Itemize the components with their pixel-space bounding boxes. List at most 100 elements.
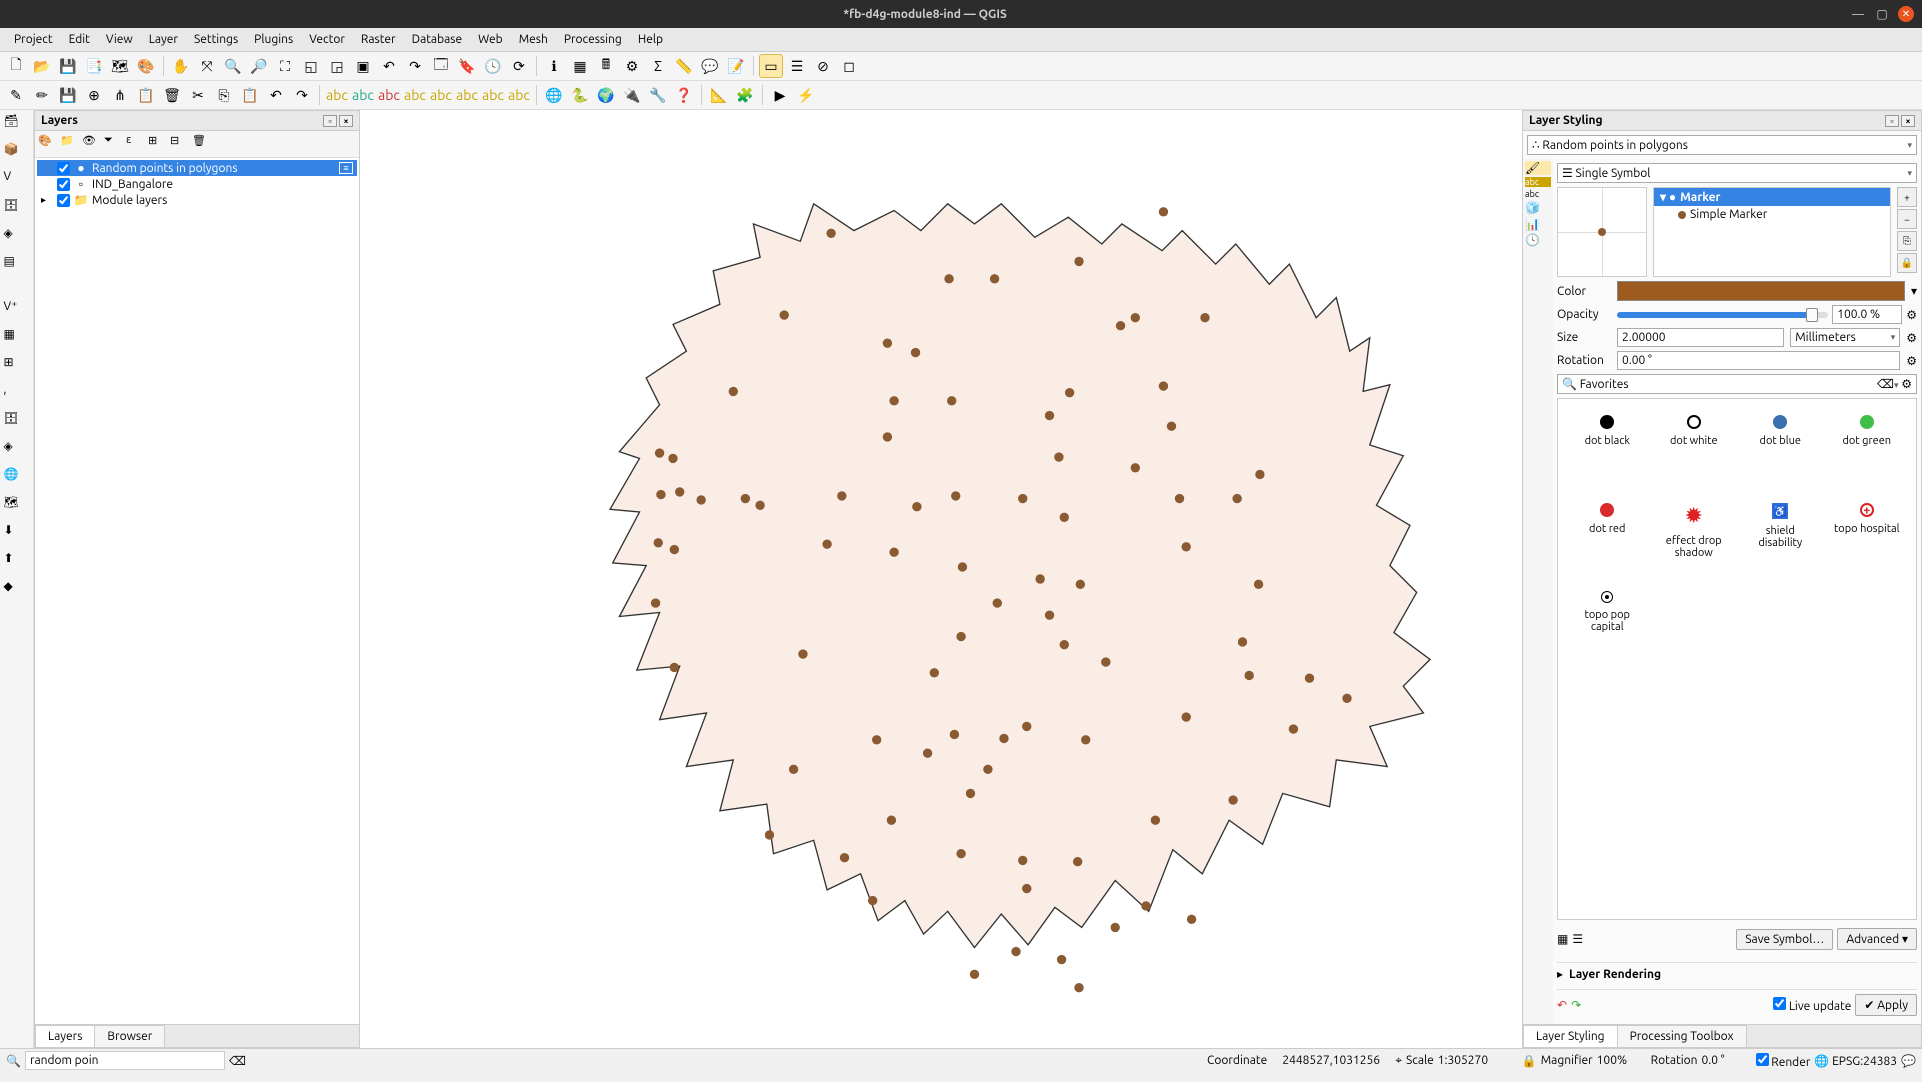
symbology-tab-icon[interactable]: 🖌 (1525, 161, 1551, 175)
add-arcgis-icon[interactable]: ◆ (4, 579, 30, 605)
panel-undock-icon[interactable]: ▫ (1885, 115, 1899, 127)
open-project-icon[interactable]: 📂 (30, 54, 54, 78)
maximize-button[interactable]: ▢ (1874, 6, 1890, 22)
zoom-selection-icon[interactable]: ◱ (299, 54, 323, 78)
remove-symbol-layer-icon[interactable]: − (1897, 209, 1917, 229)
symbol-gallery-filter[interactable]: 🔍 Favorites ⌫▾ ⚙ (1557, 374, 1917, 394)
save-edits-icon[interactable]: 💾 (56, 83, 80, 107)
history-tab-icon[interactable]: 🕓 (1525, 233, 1551, 247)
advanced-button[interactable]: Advanced ▾ (1837, 928, 1917, 950)
size-unit-select[interactable]: Millimeters▾ (1790, 328, 1900, 347)
tab-layers[interactable]: Layers (35, 1025, 95, 1047)
diagrams-tab-icon[interactable]: 📊 (1525, 217, 1551, 231)
select-by-value-icon[interactable]: ☰ (785, 54, 809, 78)
layer-row[interactable]: ▫IND_Bangalore (37, 176, 357, 192)
select-all-icon[interactable]: ◻ (837, 54, 861, 78)
style-manager-open-icon[interactable]: ⚙ (1901, 378, 1912, 391)
new-shapefile-icon[interactable]: V (4, 170, 30, 196)
new-bookmark-icon[interactable]: 🔖 (455, 54, 479, 78)
copy-icon[interactable]: ⎘ (212, 83, 236, 107)
paste-icon[interactable]: 📋 (238, 83, 262, 107)
magnifier-field[interactable]: 100% (1597, 1054, 1647, 1067)
data-defined-icon[interactable]: ⚙ (1906, 331, 1917, 345)
duplicate-symbol-layer-icon[interactable]: ⎘ (1897, 231, 1917, 251)
vertex-tool-icon[interactable]: ⋔ (108, 83, 132, 107)
apply-button[interactable]: ✔ Apply (1855, 994, 1917, 1016)
field-calc-icon[interactable]: 🖩 (594, 54, 618, 78)
menu-web[interactable]: Web (470, 30, 511, 49)
identify-icon[interactable]: ℹ (542, 54, 566, 78)
tab-layer-styling[interactable]: Layer Styling (1523, 1025, 1618, 1047)
menu-settings[interactable]: Settings (186, 30, 246, 49)
crs-button[interactable]: 🌐 EPSG:24383 (1814, 1054, 1897, 1068)
label-tool-3-icon[interactable]: abc (481, 83, 505, 107)
quickosm-config-icon[interactable]: ⚡ (794, 83, 818, 107)
expand-icon[interactable]: ▸ (1557, 967, 1563, 981)
layer-row[interactable]: ●Random points in polygons≡ (37, 160, 357, 176)
favorite-symbol[interactable]: +topo hospital (1828, 497, 1907, 577)
add-xyz-icon[interactable]: 🗺 (4, 495, 30, 521)
new-spatialite-icon[interactable]: 🗄 (4, 198, 30, 224)
label-off-icon[interactable]: abc (377, 83, 401, 107)
new-virtual-icon[interactable]: ◈ (4, 226, 30, 252)
add-virtual-icon[interactable]: ◈ (4, 439, 30, 465)
add-wms-icon[interactable]: 🌐 (4, 467, 30, 493)
labels-tab-icon[interactable]: abc (1525, 177, 1551, 187)
zoom-out-icon[interactable]: 🔎 (247, 54, 271, 78)
menu-project[interactable]: Project (6, 30, 61, 49)
add-wfs-icon[interactable]: ⬆ (4, 551, 30, 577)
statistics-icon[interactable]: Σ (646, 54, 670, 78)
plugins-2-icon[interactable]: 🔧 (646, 83, 670, 107)
view-icons-icon[interactable]: ▦ (1557, 932, 1568, 946)
add-symbol-layer-icon[interactable]: + (1897, 187, 1917, 207)
map-canvas[interactable] (360, 110, 1522, 1048)
metasearch-icon[interactable]: 🌐 (542, 83, 566, 107)
styling-layer-select[interactable]: ∴ Random points in polygons ▾ (1527, 135, 1917, 155)
help-icon[interactable]: ❓ (672, 83, 696, 107)
close-button[interactable]: ✕ (1898, 6, 1914, 22)
add-mesh-icon[interactable]: ⊞ (4, 355, 30, 381)
clear-filter-icon[interactable]: ⌫ (1877, 378, 1894, 391)
refresh-icon[interactable]: ⟳ (507, 54, 531, 78)
pan-to-selection-icon[interactable]: ⤧ (195, 54, 219, 78)
add-spatialite-icon[interactable]: 🗄 (4, 411, 30, 437)
save-symbol-button[interactable]: Save Symbol… (1736, 929, 1833, 950)
measure-icon[interactable]: 📏 (672, 54, 696, 78)
symbol-marker-row[interactable]: ▾ ● Marker (1654, 188, 1890, 206)
add-group-icon[interactable]: 📁 (60, 134, 80, 154)
add-feature-icon[interactable]: ⊕ (82, 83, 106, 107)
delete-selected-icon[interactable]: 🗑 (160, 83, 184, 107)
size-spinner[interactable] (1617, 328, 1784, 347)
layer-style-icon[interactable]: 🎨 (38, 134, 58, 154)
temporal-icon[interactable]: 🕓 (481, 54, 505, 78)
osm-icon[interactable]: 🌍 (594, 83, 618, 107)
menu-edit[interactable]: Edit (61, 30, 98, 49)
menu-help[interactable]: Help (630, 30, 671, 49)
filter-expr-icon[interactable]: ε (126, 134, 146, 154)
deselect-icon[interactable]: ⊘ (811, 54, 835, 78)
opacity-slider[interactable] (1617, 312, 1828, 318)
new-memory-icon[interactable]: ▤ (4, 254, 30, 280)
open-datasource-icon[interactable]: 🗃 (4, 114, 30, 140)
symbol-simple-marker-row[interactable]: Simple Marker (1654, 206, 1890, 223)
zoom-next-icon[interactable]: ↷ (403, 54, 427, 78)
favorite-symbol[interactable]: dot green (1828, 409, 1907, 489)
save-as-icon[interactable]: 📑 (82, 54, 106, 78)
diagram-icon[interactable]: abc (403, 83, 427, 107)
symbol-layer-tree[interactable]: ▾ ● Marker Simple Marker (1653, 187, 1891, 277)
expand-all-icon[interactable]: ⊞ (148, 134, 168, 154)
python-icon[interactable]: 🐍 (568, 83, 592, 107)
menu-vector[interactable]: Vector (301, 30, 353, 49)
3d-tab-icon[interactable]: 🧊 (1525, 201, 1551, 215)
edit-pencil-icon[interactable]: ✎ (4, 83, 28, 107)
tab-processing-toolbox[interactable]: Processing Toolbox (1617, 1025, 1747, 1047)
masks-tab-icon[interactable]: abc (1525, 189, 1551, 199)
quickosm-run-icon[interactable]: ▶ (768, 83, 792, 107)
render-checkbox[interactable]: Render (1756, 1053, 1811, 1069)
rotation-spinner[interactable] (1617, 351, 1900, 370)
georeferencer-icon[interactable]: 📐 (707, 83, 731, 107)
new-geopackage-icon[interactable]: 📦 (4, 142, 30, 168)
layer-row[interactable]: ▸📁Module layers (37, 192, 357, 208)
rotation-field[interactable]: 0.0 ° (1702, 1054, 1752, 1067)
undo-icon[interactable]: ↶ (264, 83, 288, 107)
